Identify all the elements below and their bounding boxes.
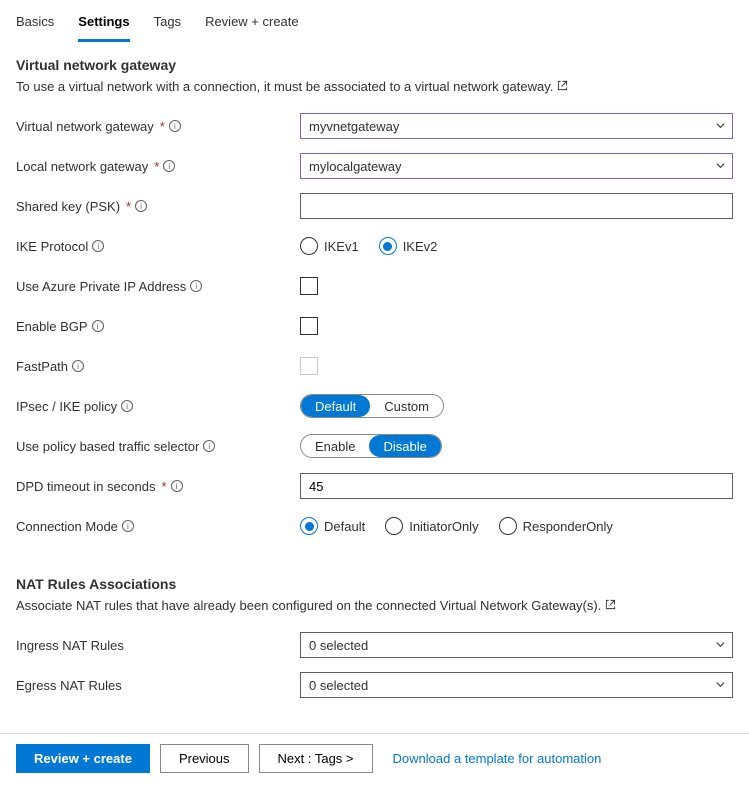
vng-select[interactable]: myvnetgateway <box>300 113 733 139</box>
azure-private-label: Use Azure Private IP Address <box>16 279 186 294</box>
radio-conn-initiator-label: InitiatorOnly <box>409 519 478 534</box>
pbts-toggle[interactable]: Enable Disable <box>300 434 442 458</box>
egress-select-value: 0 selected <box>309 678 368 693</box>
chevron-down-icon <box>715 638 726 653</box>
pbts-enable[interactable]: Enable <box>301 435 369 457</box>
fastpath-label: FastPath <box>16 359 68 374</box>
info-icon[interactable]: i <box>122 520 134 532</box>
enable-bgp-label: Enable BGP <box>16 319 88 334</box>
radio-conn-default-label: Default <box>324 519 365 534</box>
pbts-label: Use policy based traffic selector <box>16 439 199 454</box>
vng-section-title: Virtual network gateway <box>16 57 733 73</box>
info-icon[interactable]: i <box>163 160 175 172</box>
ipsec-label: IPsec / IKE policy <box>16 399 117 414</box>
download-template-link[interactable]: Download a template for automation <box>393 751 602 766</box>
chevron-down-icon <box>715 678 726 693</box>
info-icon[interactable]: i <box>169 120 181 132</box>
required-icon: * <box>126 199 131 214</box>
ingress-label: Ingress NAT Rules <box>16 638 124 653</box>
lng-select-value: mylocalgateway <box>309 159 402 174</box>
tabs: Basics Settings Tags Review + create <box>0 0 749 43</box>
tab-basics[interactable]: Basics <box>16 8 54 42</box>
info-icon[interactable]: i <box>121 400 133 412</box>
radio-ikev2-label: IKEv2 <box>403 239 438 254</box>
chevron-down-icon <box>715 119 726 134</box>
vng-label: Virtual network gateway <box>16 119 154 134</box>
info-icon[interactable]: i <box>203 440 215 452</box>
ingress-select[interactable]: 0 selected <box>300 632 733 658</box>
ike-label: IKE Protocol <box>16 239 88 254</box>
pbts-disable[interactable]: Disable <box>369 435 440 457</box>
previous-button[interactable]: Previous <box>160 744 249 773</box>
required-icon: * <box>161 479 166 494</box>
psk-label: Shared key (PSK) <box>16 199 120 214</box>
radio-conn-initiator[interactable]: InitiatorOnly <box>385 517 478 535</box>
dpd-label: DPD timeout in seconds <box>16 479 155 494</box>
info-icon[interactable]: i <box>190 280 202 292</box>
nat-section-desc: Associate NAT rules that have already be… <box>16 598 601 613</box>
azure-private-checkbox[interactable] <box>300 277 318 295</box>
nat-section-title: NAT Rules Associations <box>16 576 733 592</box>
fastpath-checkbox <box>300 357 318 375</box>
info-icon[interactable]: i <box>72 360 84 372</box>
info-icon[interactable]: i <box>92 320 104 332</box>
info-icon[interactable]: i <box>92 240 104 252</box>
psk-input[interactable] <box>300 193 733 219</box>
required-icon: * <box>154 159 159 174</box>
tab-tags[interactable]: Tags <box>154 8 181 42</box>
egress-label: Egress NAT Rules <box>16 678 122 693</box>
tab-review[interactable]: Review + create <box>205 8 299 42</box>
radio-ikev1-label: IKEv1 <box>324 239 359 254</box>
vng-section-desc: To use a virtual network with a connecti… <box>16 79 553 94</box>
radio-conn-responder-label: ResponderOnly <box>523 519 613 534</box>
radio-conn-default[interactable]: Default <box>300 517 365 535</box>
external-link-icon[interactable] <box>605 598 616 613</box>
enable-bgp-checkbox[interactable] <box>300 317 318 335</box>
ipsec-toggle[interactable]: Default Custom <box>300 394 444 418</box>
radio-ikev2[interactable]: IKEv2 <box>379 237 438 255</box>
lng-label: Local network gateway <box>16 159 148 174</box>
egress-select[interactable]: 0 selected <box>300 672 733 698</box>
info-icon[interactable]: i <box>135 200 147 212</box>
required-icon: * <box>160 119 165 134</box>
ipsec-custom[interactable]: Custom <box>370 395 443 417</box>
ipsec-default[interactable]: Default <box>301 395 370 417</box>
vng-select-value: myvnetgateway <box>309 119 399 134</box>
dpd-input[interactable] <box>300 473 733 499</box>
ingress-select-value: 0 selected <box>309 638 368 653</box>
lng-select[interactable]: mylocalgateway <box>300 153 733 179</box>
footer: Review + create Previous Next : Tags > D… <box>0 733 749 783</box>
radio-conn-responder[interactable]: ResponderOnly <box>499 517 613 535</box>
radio-ikev1[interactable]: IKEv1 <box>300 237 359 255</box>
info-icon[interactable]: i <box>171 480 183 492</box>
tab-settings[interactable]: Settings <box>78 8 129 42</box>
external-link-icon[interactable] <box>557 79 568 94</box>
review-create-button[interactable]: Review + create <box>16 744 150 773</box>
conn-mode-label: Connection Mode <box>16 519 118 534</box>
next-button[interactable]: Next : Tags > <box>259 744 373 773</box>
chevron-down-icon <box>715 159 726 174</box>
